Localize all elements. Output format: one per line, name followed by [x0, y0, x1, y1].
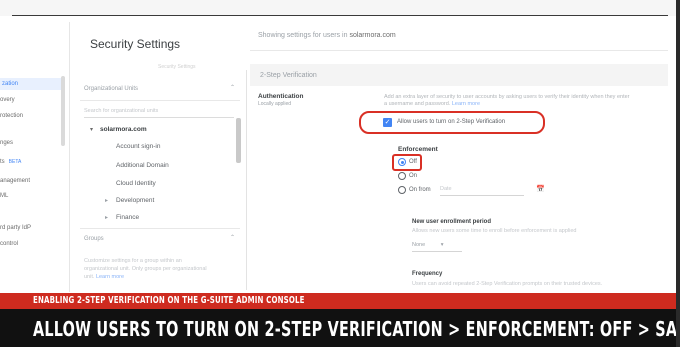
enrollment-select[interactable]: None ▾ — [412, 242, 462, 252]
tree-root[interactable]: solarmora.com — [100, 126, 147, 133]
tree-item[interactable]: Account sign-in — [116, 143, 160, 150]
enforcement-title: Enforcement — [398, 146, 438, 153]
org-unit-panel — [72, 70, 247, 290]
tree-scrollbar[interactable] — [236, 118, 241, 163]
search-underline — [84, 117, 234, 118]
nav-item-label: zation — [2, 81, 19, 87]
allow-2sv-checkbox[interactable]: ✓ — [383, 118, 392, 127]
nav-item-label: ts — [0, 159, 5, 165]
date-input[interactable]: Date — [440, 186, 524, 196]
radio-label: On — [409, 173, 418, 179]
nav-scrollbar[interactable] — [61, 76, 65, 146]
enrollment-title: New user enrollment period — [412, 219, 492, 225]
tree-item[interactable]: Finance — [116, 214, 139, 221]
caption-line-2: ALLOW USERS TO TURN ON 2-STEP VERIFICATI… — [33, 317, 680, 341]
groups-desc-end: unit. — [84, 274, 95, 280]
enrollment-desc: Allows new users some time to enroll bef… — [412, 228, 577, 234]
nav-item-label: ML — [0, 193, 9, 199]
nav-item-label: anagement — [0, 178, 31, 184]
nav-item-recovery[interactable]: overy — [0, 97, 15, 103]
nav-item-third-party-idp[interactable]: rd party IdP — [0, 225, 31, 231]
domain-name: solarmora.com — [349, 32, 396, 39]
nav-item-protection[interactable]: rotection — [0, 113, 23, 119]
caption-line-1: ENABLING 2-STEP VERIFICATION ON THE G-SU… — [33, 295, 305, 306]
authentication-sublabel: Locally applied — [258, 101, 292, 107]
calendar-icon[interactable]: 📅 — [536, 185, 545, 193]
nav-item-label: overy — [0, 97, 15, 103]
learn-more-link[interactable]: Learn more — [452, 101, 480, 107]
frequency-title: Frequency — [412, 271, 443, 277]
groups-desc: organizational unit. Only groups per org… — [84, 266, 207, 272]
learn-more-link[interactable]: Learn more — [96, 274, 124, 280]
collapse-icon[interactable]: ⌃ — [230, 84, 235, 91]
divider — [80, 228, 240, 229]
authentication-label: Authentication — [258, 93, 304, 100]
nav-item-label: rd party IdP — [0, 225, 32, 231]
groups-desc: Customize settings for a group within an — [84, 258, 182, 264]
authentication-description: Add an extra layer of security to user a… — [384, 94, 634, 108]
screenshot-frame: zation overy rotection nges ts BETA anage… — [0, 0, 680, 347]
desc-line: Add an extra layer of security to user a… — [384, 94, 570, 100]
enforcement-on-from-radio[interactable] — [398, 186, 406, 194]
enforcement-off-radio[interactable] — [398, 158, 406, 166]
select-value: None — [412, 242, 426, 248]
tree-item[interactable]: Additional Domain — [116, 162, 169, 169]
check-icon: ✓ — [384, 119, 391, 126]
page-title: Security Settings — [90, 37, 181, 51]
top-divider — [12, 15, 668, 16]
org-search-input[interactable]: Search for organizational units — [84, 108, 158, 114]
nav-item-label: control — [0, 241, 19, 247]
frequency-desc: Users can avoid repeated 2-Step Verifica… — [412, 281, 603, 287]
chevron-right-icon[interactable]: ▸ — [105, 197, 108, 204]
showing-prefix: Showing settings for users in — [258, 32, 348, 39]
chevron-down-icon: ▾ — [440, 242, 444, 248]
chevron-right-icon[interactable]: ▸ — [105, 214, 108, 221]
nav-item-challenges[interactable]: nges — [0, 140, 13, 146]
groups-title: Groups — [84, 236, 104, 242]
right-edge-bar — [676, 0, 680, 347]
chevron-down-icon[interactable]: ▾ — [90, 126, 93, 133]
enforcement-on-radio[interactable] — [398, 172, 406, 180]
nav-item-management[interactable]: anagement — [0, 178, 30, 184]
groups-desc: unit. Learn more — [84, 274, 124, 280]
nav-item-control[interactable]: control — [0, 241, 18, 247]
section-title: 2-Step Verification — [260, 72, 317, 79]
nav-item-label: rotection — [0, 113, 24, 119]
nav-item-organization[interactable]: zation — [0, 78, 64, 90]
highlight-callout — [392, 154, 422, 171]
divider — [80, 100, 240, 101]
nav-item-saml[interactable]: ML — [0, 193, 8, 199]
collapse-icon[interactable]: ⌃ — [230, 234, 235, 241]
top-bar — [0, 0, 680, 16]
nav-item-label: nges — [0, 140, 14, 146]
tree-item[interactable]: Development — [116, 197, 154, 204]
beta-badge: BETA — [8, 159, 22, 165]
left-nav: zation overy rotection nges ts BETA anage… — [0, 22, 70, 292]
checkbox-label: Allow users to turn on 2-Step Verificati… — [397, 119, 506, 125]
radio-label: Off — [409, 159, 417, 165]
showing-settings-text: Showing settings for users in solarmora.… — [258, 32, 396, 39]
date-placeholder: Date — [440, 186, 452, 192]
radio-label: On from — [409, 187, 431, 193]
tree-item[interactable]: Cloud Identity — [116, 180, 156, 187]
org-panel-title: Organizational Units — [84, 86, 139, 92]
divider — [250, 50, 668, 51]
nav-item-beta[interactable]: ts BETA — [0, 159, 21, 165]
